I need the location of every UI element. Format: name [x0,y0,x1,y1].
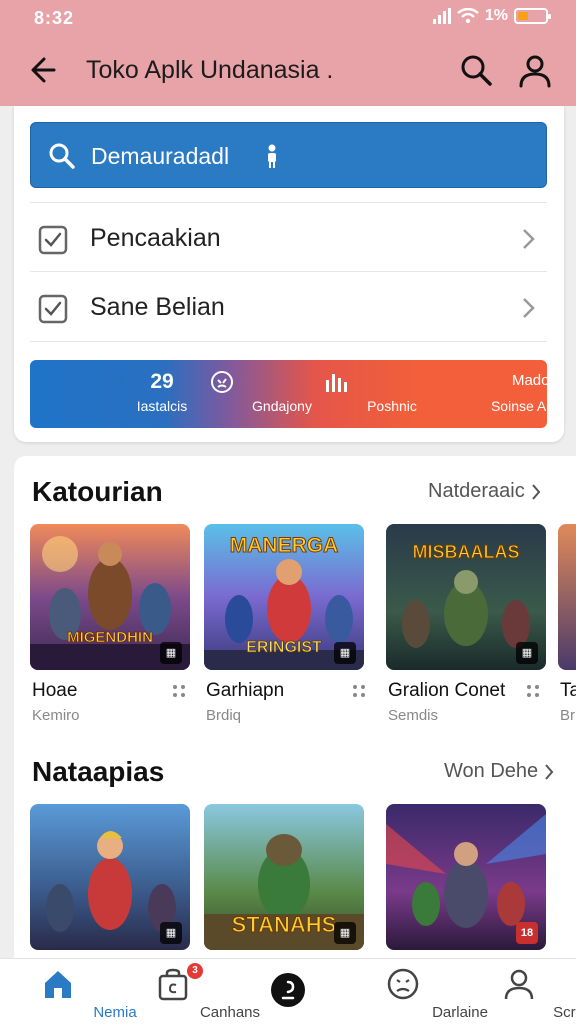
game-tile[interactable]: MISBAALAS ▦ [386,524,546,670]
qr-icon: ▦ [516,642,538,664]
app-header: 8:32 1% Toko Aplk Undanasia . [0,0,576,106]
game-art-title: STANAHS [232,912,337,937]
game-name: Gralion Conet [388,680,506,701]
section-title: Nataapias [32,756,165,787]
chevron-right-icon [523,298,535,318]
see-more-label: Natderaaic [428,480,525,502]
mic-icon[interactable] [265,143,279,169]
battery-icon [514,8,551,24]
wifi-icon [457,8,479,24]
search-icon[interactable] [458,52,494,88]
game-tile[interactable]: MIGENDHIN ▦ [30,524,190,670]
see-more-link[interactable]: Won Dehe [444,760,554,783]
game-art-title: MANERGA [230,534,339,557]
more-dots-icon[interactable] [172,684,186,698]
account-icon[interactable] [516,52,554,90]
app-bar: Toko Aplk Undanasia . [0,34,576,106]
search-icon [49,143,75,169]
checkbox-icon[interactable] [38,225,68,255]
game-category: Brdiq [206,707,242,724]
back-arrow-icon[interactable] [26,52,66,88]
signal-icon [432,8,451,24]
nav-darlaine[interactable]: Darlaine [345,959,488,1024]
battery-percent: 1% [484,7,508,24]
promo-item[interactable]: Madoedny Soinse Ahlananns [392,360,547,428]
page-title: Toko Aplk Undanasia . [86,56,334,84]
game-tile[interactable]: STANAHS ▦ [204,804,364,950]
bottom-navigation: Nemia 3 Canhans Darlaine Scriplo [0,958,576,1024]
status-time: 8:32 [34,8,75,28]
menu-row-pencaakian[interactable]: Pencaakian [30,202,547,272]
game-tile[interactable]: ▦ [30,804,190,950]
status-bar: 8:32 1% [0,0,576,34]
game-category: Kemiro [32,707,80,724]
game-art-title: MISBAALAS [413,542,520,562]
game-art-subtitle: ERINGIST [246,639,322,656]
qr-icon: ▦ [334,922,356,944]
see-more-label: Won Dehe [444,760,539,782]
more-dots-icon[interactable] [526,684,540,698]
chevron-right-icon [545,763,554,780]
bar-chart-icon [326,374,347,392]
section-title: Katourian [32,476,163,507]
content-card: Katourian Natderaaic MIGENDHIN ▦ Hoae Ke… [14,456,576,966]
promo-label: Soinse Ahlananns [490,398,547,414]
promo-item[interactable]: Poshnic [282,360,417,428]
promo-banner: 29 Iastalcis Gndajony Poshnic Madoedny S… [30,360,547,428]
rating-badge: 18 [516,922,538,944]
menu-row-label: Pencaakian [90,224,221,252]
game-tile[interactable]: MANERGA ERINGIST ▦ [204,524,364,670]
game-tile[interactable] [558,524,576,670]
nav-label: Scriplo [553,1004,576,1021]
qr-icon: ▦ [334,642,356,664]
nav-center[interactable] [230,959,345,1024]
game-tile[interactable]: 18 [386,804,546,950]
search-input[interactable]: Demauradadl [91,143,229,170]
menu-row-sane-belian[interactable]: Sane Belian [30,272,547,342]
center-dot-icon [270,973,305,1007]
qr-icon: ▦ [160,922,182,944]
checkbox-icon[interactable] [38,294,68,324]
game-name: Ta [560,680,576,701]
game-category: Semdis [388,707,439,724]
nav-home[interactable]: Nemia [0,959,137,1024]
game-name: Hoae [32,680,78,701]
search-card: Demauradadl Pencaakian Sane Belian 29 Ia… [14,106,564,442]
person-icon [504,969,533,1000]
menu-row-label: Sane Belian [90,293,225,321]
face-icon [387,968,418,1000]
promo-value: Madoedny [511,372,547,389]
see-more-link[interactable]: Natderaaic [428,480,541,503]
status-icons: 1% [432,7,551,25]
promo-item[interactable]: 29 Iastalcis [30,360,188,428]
chevron-right-icon [531,483,541,500]
game-name: Garhiapn [206,680,285,701]
game-art-title: MIGENDHIN [67,629,153,646]
promo-item[interactable]: Gndajony [162,360,312,428]
notification-badge: 3 [187,963,203,979]
nav-cart[interactable]: 3 Canhans [115,959,260,1024]
bag-icon [158,968,187,1001]
nav-profile[interactable]: Scriplo [461,959,576,1024]
more-dots-icon[interactable] [352,684,366,698]
clock-icon [211,371,233,393]
search-bar[interactable]: Demauradadl [30,122,547,188]
game-category: Br [560,707,575,724]
home-icon [44,971,71,998]
qr-icon: ▦ [160,642,182,664]
chevron-right-icon [523,229,535,249]
